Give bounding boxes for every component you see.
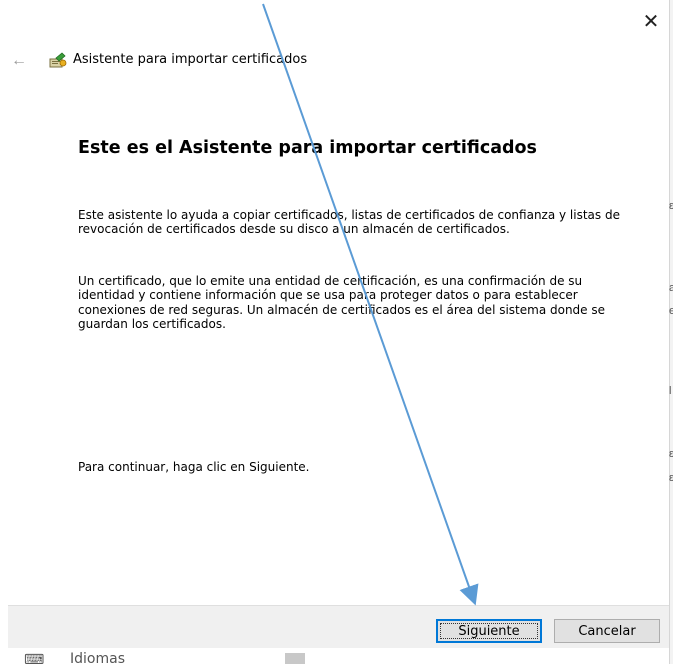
close-button[interactable]: ✕	[636, 8, 666, 34]
background-glyph: l	[669, 385, 672, 397]
intro-paragraph: Este asistente lo ayuda a copiar certifi…	[78, 208, 620, 237]
dialog-title: Asistente para importar certificados	[73, 52, 308, 67]
certificate-description-paragraph: Un certificado, que lo emite una entidad…	[78, 274, 606, 331]
close-icon: ✕	[642, 10, 660, 33]
next-button[interactable]: Siguiente	[436, 619, 542, 643]
cancel-button[interactable]: Cancelar	[554, 619, 660, 643]
certificate-import-wizard-dialog: ✕ ← Asistente para importar certificados…	[0, 0, 669, 649]
background-glyph: ε	[669, 448, 673, 460]
background-glyph: e	[669, 305, 673, 317]
continue-instruction: Para continuar, haga clic en Siguiente.	[78, 460, 310, 474]
language-icon: ⌨	[24, 651, 45, 664]
back-arrow-icon: ←	[11, 52, 27, 69]
background-window-edge	[669, 0, 673, 664]
background-glyph: a	[669, 282, 673, 294]
wizard-heading: Este es el Asistente para importar certi…	[78, 138, 537, 158]
certificate-wizard-icon	[49, 52, 67, 68]
background-glyph: ε	[669, 472, 673, 484]
button-bar: Siguiente Cancelar	[8, 605, 669, 649]
background-glyph: ε	[669, 200, 673, 212]
background-item-label[interactable]: Idiomas	[70, 651, 125, 664]
background-window-strip: ⌨ Idiomas	[0, 648, 669, 664]
back-button: ←	[8, 50, 30, 72]
background-scroll-block	[285, 653, 305, 664]
